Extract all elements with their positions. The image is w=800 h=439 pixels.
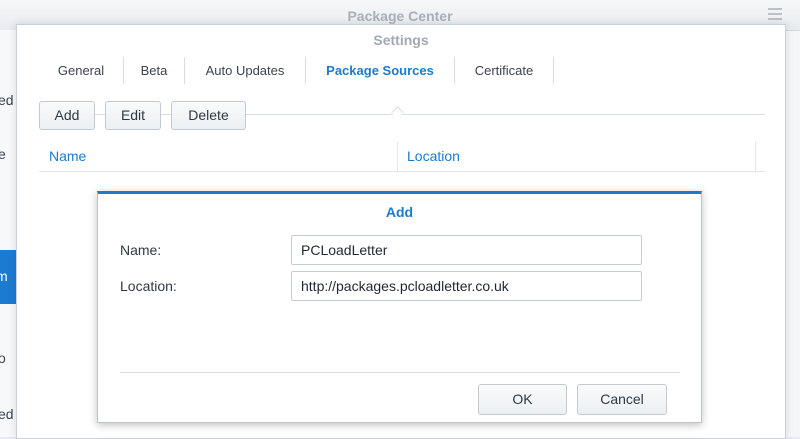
- package-center-sidebar: ed e m o ed: [0, 30, 17, 437]
- package-center-title: Package Center: [347, 8, 453, 24]
- dialog-divider: [120, 372, 680, 373]
- sources-grid-header: Name Location: [39, 142, 765, 172]
- column-separator: [397, 142, 398, 171]
- tab-separator: [553, 57, 554, 84]
- delete-button[interactable]: Delete: [171, 101, 246, 130]
- sidebar-item-fragment[interactable]: ed: [0, 406, 14, 422]
- settings-title: Settings: [373, 32, 429, 48]
- dialog-title: Add: [385, 204, 414, 220]
- edit-button[interactable]: Edit: [105, 101, 161, 130]
- column-separator: [755, 142, 756, 171]
- location-field[interactable]: [291, 271, 642, 301]
- sidebar-item-fragment: m: [0, 268, 8, 284]
- menu-icon[interactable]: [768, 8, 782, 23]
- sidebar-item-fragment[interactable]: ed: [0, 92, 14, 108]
- sidebar-item-fragment[interactable]: o: [0, 350, 6, 366]
- cancel-button[interactable]: Cancel: [577, 384, 667, 415]
- column-header-location[interactable]: Location: [407, 142, 460, 171]
- ok-button[interactable]: OK: [478, 384, 567, 415]
- add-source-dialog: Add Name: Location: OK Cancel: [97, 191, 702, 423]
- column-header-name[interactable]: Name: [49, 142, 86, 171]
- location-label: Location:: [120, 278, 177, 294]
- add-button[interactable]: Add: [39, 101, 95, 130]
- sidebar-item-active[interactable]: m: [0, 250, 16, 304]
- tab-package-sources[interactable]: Package Sources: [306, 56, 454, 114]
- name-label: Name:: [120, 242, 162, 258]
- name-field[interactable]: [291, 235, 642, 265]
- sidebar-item-fragment[interactable]: e: [0, 146, 6, 162]
- tab-certificate[interactable]: Certificate: [455, 56, 553, 114]
